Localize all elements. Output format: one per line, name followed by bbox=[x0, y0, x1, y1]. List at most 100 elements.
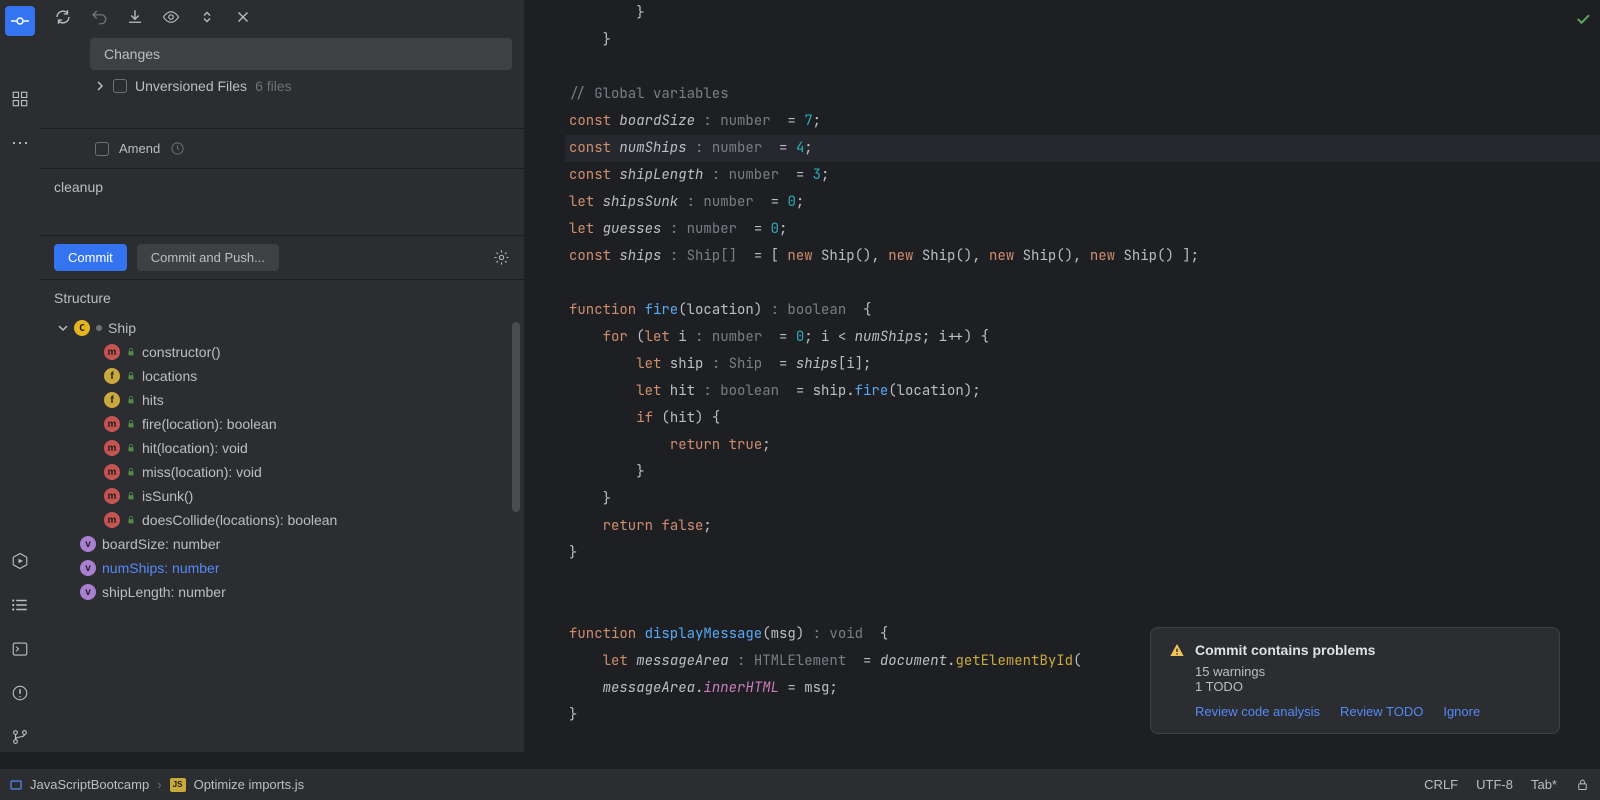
commit-and-push-button[interactable]: Commit and Push... bbox=[137, 244, 279, 271]
inspection-ok-icon[interactable] bbox=[1574, 10, 1592, 28]
structure-item-label: miss(location): void bbox=[142, 464, 262, 480]
amend-row: Amend bbox=[40, 128, 524, 168]
structure-item-label: fire(location): boolean bbox=[142, 416, 277, 432]
encoding-indicator[interactable]: UTF-8 bbox=[1476, 777, 1513, 792]
run-tool-btn[interactable] bbox=[5, 546, 35, 576]
structure-item[interactable]: misSunk() bbox=[54, 484, 510, 508]
list-tool-btn[interactable] bbox=[5, 590, 35, 620]
code-line bbox=[565, 567, 1600, 594]
js-file-icon: JS bbox=[170, 778, 186, 792]
expand-icon[interactable] bbox=[198, 8, 216, 26]
method-badge-icon: m bbox=[104, 416, 120, 432]
code-line: // Global variables bbox=[565, 81, 1600, 108]
code-line bbox=[565, 270, 1600, 297]
structure-var-label: numShips: number bbox=[102, 560, 220, 576]
lock-icon bbox=[126, 347, 136, 357]
commit-problems-popup: Commit contains problems 15 warnings 1 T… bbox=[1150, 627, 1560, 734]
structure-item-label: hits bbox=[142, 392, 164, 408]
lock-icon bbox=[126, 419, 136, 429]
unversioned-label: Unversioned Files bbox=[135, 78, 247, 94]
structure-scrollbar[interactable] bbox=[512, 322, 520, 512]
structure-item[interactable]: mconstructor() bbox=[54, 340, 510, 364]
structure-item[interactable]: m fire(location): boolean bbox=[54, 412, 510, 436]
structure-panel: Structure C Ship mconstructor()flocation… bbox=[40, 279, 524, 752]
structure-item-label: hit(location): void bbox=[142, 440, 248, 456]
structure-root-label: Ship bbox=[108, 320, 136, 336]
line-sep-indicator[interactable]: CRLF bbox=[1424, 777, 1458, 792]
code-line: } bbox=[565, 0, 1600, 27]
breadcrumb-file: Optimize imports.js bbox=[194, 777, 305, 792]
structure-item[interactable]: m doesCollide(locations): boolean bbox=[54, 508, 510, 532]
structure-root[interactable]: C Ship bbox=[54, 316, 510, 340]
structure-var-label: boardSize: number bbox=[102, 536, 220, 552]
class-badge-icon: C bbox=[74, 320, 90, 336]
git-branch-icon bbox=[11, 728, 29, 746]
code-line: const boardSize : number = 7; bbox=[565, 108, 1600, 135]
status-bar: JavaScriptBootcamp › JS Optimize imports… bbox=[0, 768, 1600, 800]
changes-node[interactable]: Changes bbox=[90, 38, 512, 70]
field-badge-icon: f bbox=[104, 368, 120, 384]
code-line: if (hit) { bbox=[565, 405, 1600, 432]
code-line: let ship : Ship = ships[i]; bbox=[565, 351, 1600, 378]
download-icon[interactable] bbox=[126, 8, 144, 26]
structure-item[interactable]: flocations bbox=[54, 364, 510, 388]
chevron-right-icon bbox=[95, 81, 105, 91]
refresh-icon[interactable] bbox=[54, 8, 72, 26]
lock-icon bbox=[126, 491, 136, 501]
commit-icon bbox=[11, 12, 29, 30]
structure-tree: C Ship mconstructor()flocationsfhitsmfir… bbox=[54, 316, 510, 604]
amend-checkbox[interactable] bbox=[95, 142, 109, 156]
commit-button[interactable]: Commit bbox=[54, 244, 127, 271]
list-icon bbox=[11, 596, 29, 614]
undo-icon[interactable] bbox=[90, 8, 108, 26]
popup-warnings: 15 warnings bbox=[1169, 664, 1541, 679]
code-line: function fire(location) : boolean { bbox=[565, 297, 1600, 324]
problems-tool-btn[interactable] bbox=[5, 678, 35, 708]
code-line: let hit : boolean = ship.fire(location); bbox=[565, 378, 1600, 405]
variable-badge-icon: v bbox=[80, 560, 96, 576]
variable-badge-icon: v bbox=[80, 584, 96, 600]
code-line: let guesses : number = 0; bbox=[565, 216, 1600, 243]
rail-btn-2[interactable] bbox=[5, 84, 35, 114]
structure-item[interactable]: f hits bbox=[54, 388, 510, 412]
review-code-link[interactable]: Review code analysis bbox=[1195, 704, 1320, 719]
method-badge-icon: m bbox=[104, 512, 120, 528]
breadcrumb[interactable]: JavaScriptBootcamp › JS Optimize imports… bbox=[10, 777, 304, 792]
close-icon[interactable] bbox=[234, 8, 252, 26]
field-badge-icon: f bbox=[104, 392, 120, 408]
code-line bbox=[565, 594, 1600, 621]
gear-icon[interactable] bbox=[493, 249, 510, 266]
grid-icon bbox=[11, 90, 29, 108]
unversioned-node[interactable]: Unversioned Files 6 files bbox=[40, 70, 524, 102]
ignore-link[interactable]: Ignore bbox=[1443, 704, 1480, 719]
code-line: } bbox=[565, 540, 1600, 567]
structure-item-label: doesCollide(locations): boolean bbox=[142, 512, 337, 528]
structure-var[interactable]: vboardSize: number bbox=[54, 532, 510, 556]
review-todo-link[interactable]: Review TODO bbox=[1340, 704, 1423, 719]
warning-circle-icon bbox=[11, 684, 29, 702]
lock-icon bbox=[126, 515, 136, 525]
padlock-icon[interactable] bbox=[1575, 777, 1590, 792]
breadcrumb-sep: › bbox=[157, 777, 161, 792]
commit-message-input[interactable]: cleanup bbox=[40, 168, 524, 235]
breadcrumb-project: JavaScriptBootcamp bbox=[30, 777, 149, 792]
code-line: return false; bbox=[565, 513, 1600, 540]
indent-indicator[interactable]: Tab* bbox=[1531, 777, 1557, 792]
structure-var[interactable]: vshipLength: number bbox=[54, 580, 510, 604]
history-icon[interactable] bbox=[170, 141, 185, 156]
structure-item[interactable]: mmiss(location): void bbox=[54, 460, 510, 484]
structure-title: Structure bbox=[54, 290, 510, 306]
terminal-tool-btn[interactable] bbox=[5, 634, 35, 664]
project-icon bbox=[10, 779, 22, 791]
git-tool-btn[interactable] bbox=[5, 722, 35, 752]
code-line: } bbox=[565, 27, 1600, 54]
commit-tool-btn[interactable] bbox=[5, 6, 35, 36]
structure-var[interactable]: v numShips: number bbox=[54, 556, 510, 580]
lock-icon bbox=[126, 395, 136, 405]
rail-more[interactable]: ⋯ bbox=[5, 128, 35, 158]
method-badge-icon: m bbox=[104, 344, 120, 360]
structure-item[interactable]: mhit(location): void bbox=[54, 436, 510, 460]
play-hex-icon bbox=[11, 552, 29, 570]
eye-icon[interactable] bbox=[162, 8, 180, 26]
unversioned-checkbox[interactable] bbox=[113, 79, 127, 93]
